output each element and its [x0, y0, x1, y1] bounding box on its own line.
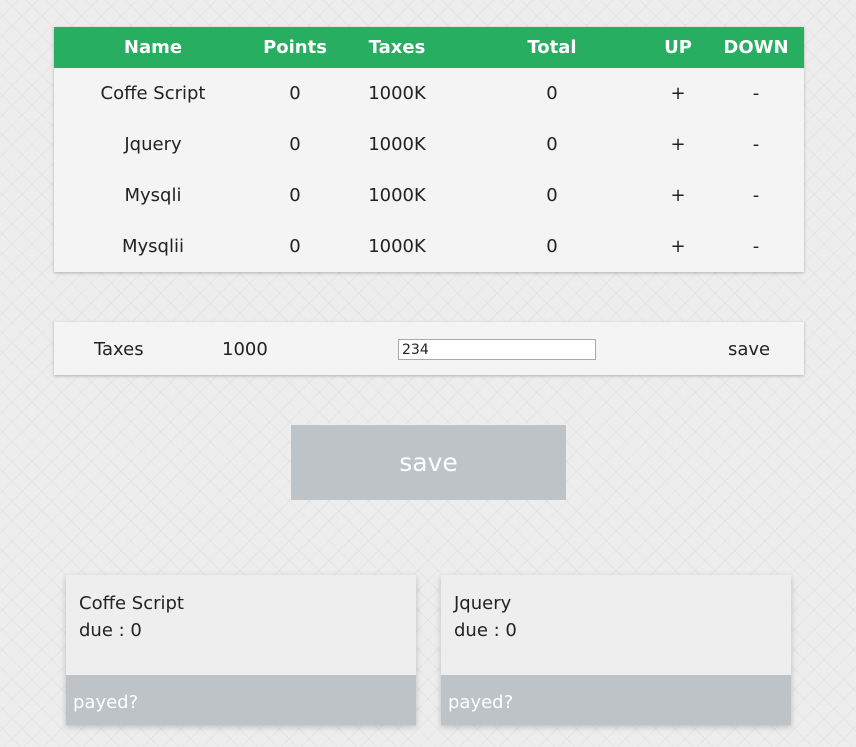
score-table: Name Points Taxes Total UP DOWN Coffe Sc…: [54, 27, 804, 272]
taxes-label: Taxes: [94, 339, 144, 360]
header-points: Points: [263, 37, 327, 58]
down-button[interactable]: -: [708, 236, 804, 257]
save-button[interactable]: save: [291, 425, 566, 500]
header-taxes: Taxes: [368, 37, 426, 58]
row-taxes: 1000K: [368, 185, 426, 206]
card-due: due : 0: [454, 620, 517, 641]
card-name: Coffe Script: [79, 593, 184, 614]
card-due: due : 0: [79, 620, 142, 641]
up-button[interactable]: +: [648, 185, 708, 206]
table-row: Mysqlii 0 1000K 0 + -: [54, 221, 804, 272]
header-name: Name: [123, 37, 183, 58]
row-points: 0: [289, 134, 301, 155]
card-name: Jquery: [454, 593, 512, 614]
row-taxes: 1000K: [368, 134, 426, 155]
row-name: Jquery: [124, 134, 182, 155]
row-total: 0: [546, 83, 558, 104]
row-name: Mysqli: [124, 185, 182, 206]
table-row: Mysqli 0 1000K 0 + -: [54, 170, 804, 221]
row-taxes: 1000K: [368, 236, 426, 257]
payed-button[interactable]: payed?: [441, 675, 791, 725]
down-button[interactable]: -: [708, 83, 804, 104]
row-points: 0: [289, 185, 301, 206]
payed-label: payed?: [448, 692, 514, 713]
up-button[interactable]: +: [648, 134, 708, 155]
taxes-value: 1000: [222, 339, 268, 360]
taxes-save-link[interactable]: save: [728, 339, 770, 360]
table-row: Coffe Script 0 1000K 0 + -: [54, 68, 804, 119]
table-header: Name Points Taxes Total UP DOWN: [54, 27, 804, 68]
row-points: 0: [289, 83, 301, 104]
taxes-input[interactable]: [398, 339, 596, 360]
taxes-bar: Taxes 1000 save: [54, 322, 804, 375]
table-row: Jquery 0 1000K 0 + -: [54, 119, 804, 170]
player-card: Coffe Script due : 0 payed?: [66, 575, 416, 725]
row-name: Mysqlii: [122, 236, 184, 257]
header-total: Total: [527, 37, 577, 58]
row-total: 0: [546, 185, 558, 206]
row-name: Coffe Script: [100, 83, 206, 104]
up-button[interactable]: +: [648, 236, 708, 257]
player-card: Jquery due : 0 payed?: [441, 575, 791, 725]
payed-button[interactable]: payed?: [66, 675, 416, 725]
down-button[interactable]: -: [708, 134, 804, 155]
row-taxes: 1000K: [368, 83, 426, 104]
down-button[interactable]: -: [708, 185, 804, 206]
row-points: 0: [289, 236, 301, 257]
row-total: 0: [546, 134, 558, 155]
row-total: 0: [546, 236, 558, 257]
payed-label: payed?: [73, 692, 139, 713]
header-up: UP: [664, 37, 692, 58]
header-down: DOWN: [723, 37, 789, 58]
up-button[interactable]: +: [648, 83, 708, 104]
